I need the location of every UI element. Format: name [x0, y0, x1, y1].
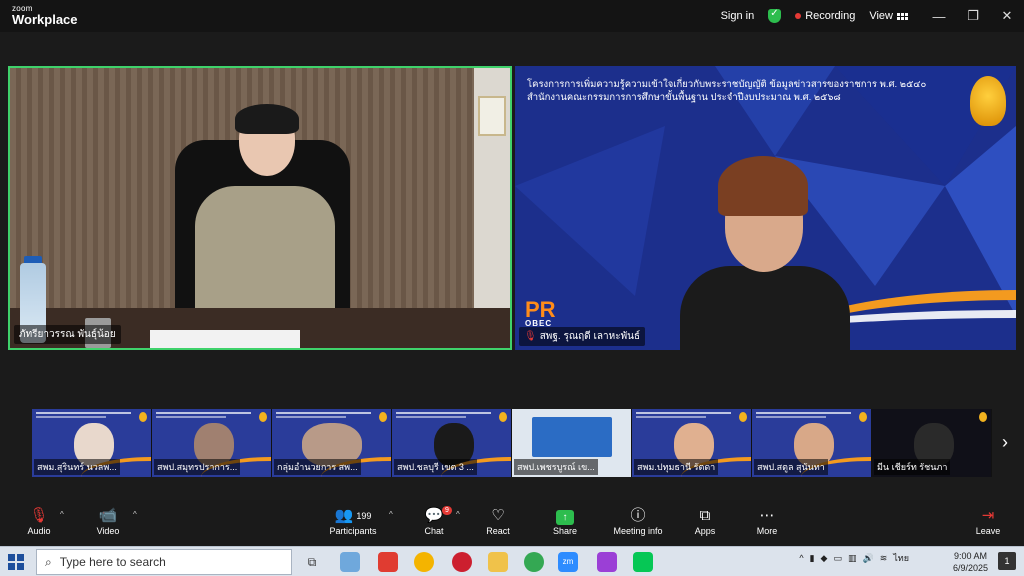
- participants-icon: 👥: [334, 507, 354, 524]
- windows-start-icon[interactable]: [8, 554, 24, 570]
- video-button[interactable]: 📹 Video: [78, 506, 138, 536]
- tray-app-icon[interactable]: ▮: [810, 553, 815, 564]
- sign-in-button[interactable]: Sign in: [721, 10, 755, 22]
- maximize-button[interactable]: ❐: [956, 8, 990, 24]
- view-button[interactable]: View: [869, 10, 908, 22]
- share-screen-icon: ↑: [556, 510, 574, 525]
- participants-button[interactable]: 👥 199 Participants: [322, 506, 384, 536]
- participant-video: [195, 104, 335, 346]
- app-red-icon[interactable]: [378, 552, 398, 572]
- chat-badge: 9: [442, 506, 452, 515]
- gallery-tile-label: สพป.เพชรบูรณ์ เข...: [514, 459, 598, 475]
- heart-icon: ♡: [491, 507, 505, 524]
- participant-name: ภัทรียาวรรณ พันธุ์น้อย: [19, 329, 116, 340]
- language-indicator[interactable]: ไทย: [893, 551, 909, 565]
- security-shield-icon[interactable]: [768, 8, 782, 23]
- gallery-tile-label: กลุ่มอำนวยการ สพ...: [274, 459, 361, 475]
- wall-certificate: [478, 96, 506, 136]
- leave-button[interactable]: ⇥ Leave: [958, 506, 1018, 536]
- gallery-tile[interactable]: สพป.ชลบุรี เขต 3 ...: [392, 409, 512, 477]
- zoom-workplace-logo: zoom Workplace: [12, 5, 78, 27]
- gallery-tile-label: สพป.สมุทรปราการ...: [154, 459, 241, 475]
- taskbar-search-box[interactable]: ⌕ Type here to search: [36, 549, 292, 575]
- slide-title: โครงการการเพิ่มความรู้ความเข้าใจเกี่ยวกั…: [527, 79, 927, 103]
- gallery-tile[interactable]: สพป.สตูล สุนันทา: [752, 409, 872, 477]
- gallery-strip: สพม.สุรินทร์ นวลพ... สพป.สมุทรปราการ... …: [32, 409, 994, 477]
- taskbar-clock[interactable]: 9:00 AM 6/9/2025: [953, 550, 988, 574]
- title-bar: zoom Workplace Sign in Recording View — …: [0, 0, 1024, 32]
- zoom-window: zoom Workplace Sign in Recording View — …: [0, 0, 1024, 546]
- chat-icon: 💬: [424, 507, 444, 524]
- close-window-button[interactable]: ✕: [990, 8, 1024, 24]
- chrome-icon[interactable]: [414, 552, 434, 572]
- gallery-tile[interactable]: สพม.ปทุมธานี รัตดา: [632, 409, 752, 477]
- obec-emblem-icon: [970, 76, 1006, 126]
- system-tray: ^ ▮ ◆ ▭ ▥ 🔊 ≋ ไทย: [799, 551, 909, 565]
- gallery-tile-label: สพม.สุรินทร์ นวลพ...: [34, 459, 120, 475]
- gallery-tile[interactable]: มีน เชียร์ท รัชนภา: [872, 409, 992, 477]
- gallery-next-arrow-icon[interactable]: ›: [1002, 432, 1008, 453]
- audio-options-caret[interactable]: ^: [60, 510, 64, 519]
- chrome-icon-2[interactable]: [524, 552, 544, 572]
- camera-icon: 📹: [98, 507, 118, 524]
- apps-icon: ⧉: [699, 507, 711, 524]
- presenter-name-tag: 🎙 สพฐ. รุณฤดี เลาหะพันธ์: [519, 327, 646, 346]
- video-options-caret[interactable]: ^: [133, 510, 137, 519]
- video-tile-main[interactable]: ภัทรียาวรรณ พันธุ์น้อย: [8, 66, 512, 350]
- network-icon[interactable]: ▥: [848, 553, 857, 564]
- logo-workplace-text: Workplace: [12, 12, 78, 27]
- mic-muted-icon: 🎙: [524, 331, 537, 342]
- file-explorer-icon[interactable]: [488, 552, 508, 572]
- grid-view-icon: [897, 12, 908, 20]
- gallery-tile[interactable]: สพม.สุรินทร์ นวลพ...: [32, 409, 152, 477]
- zoom-app-icon[interactable]: zm: [558, 552, 578, 572]
- tray-shield-icon[interactable]: ◆: [821, 553, 828, 564]
- leave-icon: ⇥: [981, 507, 995, 524]
- meeting-info-button[interactable]: ⓘ Meeting info: [606, 506, 670, 536]
- gallery-tile-label: สพป.ชลบุรี เขต 3 ...: [394, 459, 477, 475]
- volume-icon[interactable]: 🔊: [863, 553, 874, 564]
- minimize-button[interactable]: —: [922, 9, 956, 24]
- opera-icon[interactable]: [452, 552, 472, 572]
- search-placeholder: Type here to search: [59, 555, 166, 569]
- app-purple-icon[interactable]: [597, 552, 617, 572]
- more-button[interactable]: ⋯ More: [737, 506, 797, 536]
- tray-chevron-icon[interactable]: ^: [799, 553, 803, 563]
- meeting-toolbar: 🎙 Audio ^ 📹 Video ^ 👥 199 Participants ^ 💬 9 C…: [0, 500, 1024, 546]
- windows-taskbar: ⌕ Type here to search ⧉ zm ^ ▮ ◆ ▭ ▥ 🔊 ≋…: [0, 546, 1024, 576]
- video-tile-shared-screen[interactable]: โครงการการเพิ่มความรู้ความเข้าใจเกี่ยวกั…: [515, 66, 1016, 350]
- gallery-tile-label: สพป.สตูล สุนันทา: [754, 459, 828, 475]
- notification-center-icon[interactable]: 1: [998, 552, 1016, 570]
- participants-options-caret[interactable]: ^: [389, 510, 393, 519]
- line-app-icon[interactable]: [633, 552, 653, 572]
- search-icon: ⌕: [45, 554, 52, 569]
- gallery-tile-label: สพม.ปทุมธานี รัตดา: [634, 459, 719, 475]
- participant-name-tag: ภัทรียาวรรณ พันธุ์น้อย: [14, 325, 121, 344]
- info-icon: ⓘ: [630, 507, 646, 524]
- apps-button[interactable]: ⧉ Apps: [675, 506, 735, 536]
- more-icon: ⋯: [759, 507, 775, 524]
- react-button[interactable]: ♡ React: [468, 506, 528, 536]
- tray-battery-icon[interactable]: ▭: [833, 553, 842, 564]
- participant-count: 199: [356, 511, 372, 521]
- chat-options-caret[interactable]: ^: [456, 510, 460, 519]
- gallery-tile[interactable]: สพป.สมุทรปราการ...: [152, 409, 272, 477]
- gallery-tile-label: มีน เชียร์ท รัชนภา: [874, 459, 951, 475]
- gallery-tile[interactable]: สพป.เพชรบูรณ์ เข...: [512, 409, 632, 477]
- pr-obec-logo: PR OBEC: [525, 297, 556, 328]
- task-view-icon[interactable]: ⧉: [302, 552, 322, 572]
- app-paint-icon[interactable]: [340, 552, 360, 572]
- recording-dot-icon: [795, 13, 802, 19]
- share-button[interactable]: ↑ Share: [535, 506, 595, 536]
- presenter-video: [680, 156, 850, 350]
- chat-button[interactable]: 💬 9 Chat: [404, 506, 464, 536]
- wifi-icon[interactable]: ≋: [880, 553, 888, 564]
- gallery-tile[interactable]: กลุ่มอำนวยการ สพ...: [272, 409, 392, 477]
- recording-indicator[interactable]: Recording: [795, 10, 855, 22]
